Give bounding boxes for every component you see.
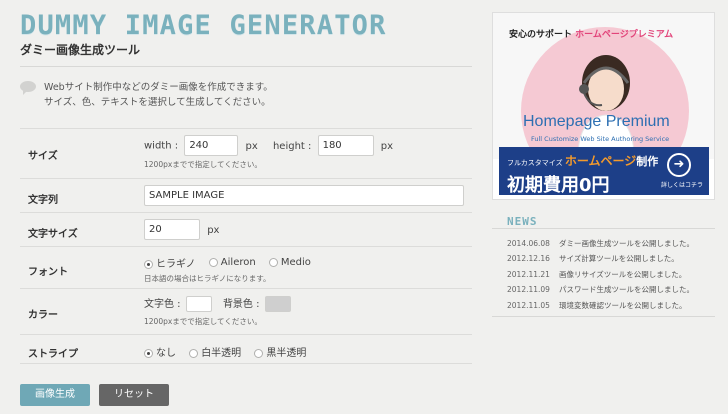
- ad-band-line1: フルカスタマイズ ホームページ制作: [507, 154, 659, 168]
- stripe-option-white[interactable]: 白半透明: [189, 344, 241, 359]
- ad-more-link[interactable]: 詳しくはコチラ: [661, 180, 703, 189]
- font-size-input[interactable]: 20: [144, 219, 200, 240]
- size-row: サイズ width : 240 px height : 180 px 1200p…: [20, 128, 472, 178]
- font-size-controls: 20 px: [144, 219, 219, 240]
- width-label: width :: [144, 140, 179, 152]
- news-title: NEWS: [507, 215, 538, 228]
- stripe-option-black[interactable]: 黒半透明: [254, 344, 306, 359]
- divider: [492, 228, 715, 229]
- text-row: 文字列 SAMPLE IMAGE: [20, 178, 472, 212]
- text-color-label: 文字色 :: [144, 299, 181, 310]
- font-row: フォント ヒラギノ Aileron Medio 日本語の場合はヒラギノになります…: [20, 246, 472, 288]
- color-note: 1200pxまでで指定してください。: [144, 317, 262, 326]
- news-item[interactable]: 2012.11.21 画像リサイズツールを公開しました。: [507, 267, 717, 282]
- stripe-option-none[interactable]: なし: [144, 344, 176, 359]
- text-label: 文字列: [28, 195, 58, 206]
- ad-brand-sub: Full Customize Web Site Authoring Servic…: [531, 135, 670, 143]
- bg-color-swatch[interactable]: [264, 296, 291, 312]
- intro-text: Webサイト制作中などのダミー画像を作成できます。 サイズ、色、テキストを選択し…: [44, 80, 273, 110]
- intro-line: Webサイト制作中などのダミー画像を作成できます。: [44, 82, 273, 93]
- size-note: 1200pxまでで指定してください。: [144, 160, 262, 169]
- divider: [20, 66, 472, 67]
- news-item[interactable]: 2012.11.09 パスワード生成ツールを公開しました。: [507, 282, 717, 297]
- arrow-right-icon[interactable]: ➜: [667, 153, 691, 177]
- stripe-row: ストライプ なし 白半透明 黒半透明: [20, 334, 472, 364]
- news-list: 2014.06.08 ダミー画像生成ツールを公開しました。 2012.12.16 サ…: [507, 236, 717, 313]
- page-subtitle: ダミー画像生成ツール: [20, 43, 141, 57]
- font-option-aileron[interactable]: Aileron: [208, 257, 256, 268]
- speech-bubble-icon: [20, 81, 36, 95]
- width-unit: px: [245, 140, 258, 152]
- radio-button[interactable]: [144, 348, 153, 358]
- radio-button[interactable]: [208, 257, 218, 267]
- font-option-hiragino[interactable]: ヒラギノ: [144, 255, 196, 270]
- radio-button[interactable]: [144, 259, 153, 269]
- advertisement-banner[interactable]: 安心のサポート ホームページプレミアム Homepage Premium Ful…: [492, 12, 715, 200]
- font-label: フォント: [28, 267, 68, 278]
- intro-line: サイズ、色、テキストを選択して生成してください。: [44, 97, 271, 108]
- height-input[interactable]: 180: [317, 135, 374, 156]
- generate-button[interactable]: 画像生成: [20, 384, 90, 406]
- bg-color-label: 背景色 :: [222, 299, 260, 310]
- radio-button[interactable]: [268, 257, 278, 267]
- ad-band-line2: 初期費用0円: [507, 175, 610, 196]
- width-input[interactable]: 240: [184, 135, 239, 156]
- size-controls: width : 240 px height : 180 px 1200pxまでで…: [144, 135, 393, 170]
- site-logo[interactable]: DUMMY IMAGE GENERATOR: [20, 10, 387, 41]
- text-color-swatch[interactable]: [185, 296, 212, 312]
- stripe-controls: なし 白半透明 黒半透明: [144, 344, 316, 359]
- news-item[interactable]: 2012.12.16 サイズ計算ツールを公開しました。: [507, 251, 717, 266]
- generator-form: サイズ width : 240 px height : 180 px 1200p…: [20, 128, 472, 364]
- text-controls: SAMPLE IMAGE: [144, 185, 464, 206]
- ad-tagline: 安心のサポート ホームページプレミアム: [509, 30, 674, 40]
- main-content: DUMMY IMAGE GENERATOR ダミー画像生成ツール Webサイト制…: [0, 0, 480, 414]
- font-size-unit: px: [207, 224, 220, 236]
- ad-band: フルカスタマイズ ホームページ制作 初期費用0円 ➜ 詳しくはコチラ: [499, 147, 709, 196]
- font-note: 日本語の場合はヒラギノになります。: [144, 274, 271, 283]
- font-controls: ヒラギノ Aileron Medio 日本語の場合はヒラギノになります。: [144, 255, 321, 284]
- radio-button[interactable]: [189, 348, 199, 358]
- news-item[interactable]: 2014.06.08 ダミー画像生成ツールを公開しました。: [507, 236, 717, 251]
- color-label: カラー: [28, 310, 58, 321]
- size-label: サイズ: [28, 151, 58, 162]
- ad-brand: Homepage Premium: [523, 113, 670, 130]
- radio-button[interactable]: [254, 348, 264, 358]
- height-label: height :: [272, 140, 312, 152]
- color-row: カラー 文字色 : 背景色 : 1200pxまでで指定してください。: [20, 288, 472, 334]
- divider: [492, 316, 715, 317]
- font-size-row: 文字サイズ 20 px: [20, 212, 472, 246]
- reset-button[interactable]: リセット: [99, 384, 169, 406]
- color-controls: 文字色 : 背景色 : 1200pxまでで指定してください。: [144, 295, 291, 327]
- font-option-medio[interactable]: Medio: [268, 257, 311, 268]
- stripe-label: ストライプ: [28, 349, 78, 360]
- news-item[interactable]: 2012.11.05 環境変数確認ツールを公開しました。: [507, 298, 717, 313]
- text-input[interactable]: SAMPLE IMAGE: [144, 185, 464, 206]
- height-unit: px: [380, 140, 394, 152]
- font-size-label: 文字サイズ: [28, 229, 78, 240]
